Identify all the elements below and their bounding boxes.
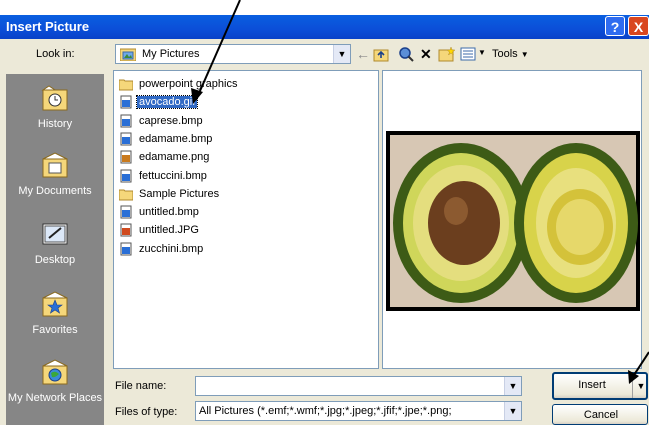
file-name: edamame.bmp <box>139 132 213 145</box>
files-of-type-value: All Pictures (*.emf;*.wmf;*.jpg;*.jpeg;*… <box>199 405 452 417</box>
desktop-icon <box>42 223 68 245</box>
preview-pane <box>382 70 642 369</box>
gif-file-icon <box>120 95 132 109</box>
file-name-label: File name: <box>115 380 167 392</box>
avocado-preview-image <box>386 131 640 311</box>
cancel-button[interactable]: Cancel <box>552 404 648 425</box>
file-list[interactable]: powerpoint graphics avocado.gif caprese.bm… <box>113 70 379 369</box>
tools-label: Tools <box>492 48 518 60</box>
file-item[interactable]: Sample Pictures <box>119 185 221 203</box>
files-of-type-label: Files of type: <box>115 406 178 418</box>
lookin-label: Look in: <box>36 48 75 60</box>
file-item[interactable]: edamame.bmp <box>119 130 214 148</box>
place-desktop[interactable]: Desktop <box>6 220 104 266</box>
bmp-file-icon <box>120 169 132 182</box>
history-icon <box>41 85 68 111</box>
back-arrow-icon[interactable]: ← <box>356 46 370 62</box>
bmp-file-icon <box>120 132 132 146</box>
bmp-file-icon <box>120 114 132 128</box>
new-folder-icon[interactable] <box>438 46 456 62</box>
file-name: avocado.gif <box>135 95 199 110</box>
file-item[interactable]: caprese.bmp <box>119 112 205 130</box>
place-label: History <box>37 118 73 130</box>
file-name: powerpoint graphics <box>139 78 238 90</box>
views-dropdown-icon[interactable]: ▼ <box>478 48 486 57</box>
folder-icon <box>119 79 133 91</box>
file-item[interactable]: zucchini.bmp <box>119 240 205 258</box>
insert-button[interactable]: Insert ▼ <box>552 372 648 400</box>
close-button[interactable]: X <box>628 16 649 36</box>
delete-icon[interactable]: ✕ <box>420 46 432 62</box>
file-name: untitled.JPG <box>139 224 199 237</box>
insert-options-dropdown-icon[interactable]: ▼ <box>632 374 649 398</box>
files-of-type-dropdown-button[interactable]: ▼ <box>504 402 521 420</box>
lookin-dropdown-button[interactable]: ▼ <box>333 45 350 63</box>
place-my-network-places[interactable]: My Network Places <box>6 358 104 404</box>
bmp-file-icon <box>120 242 132 256</box>
jpg-file-icon <box>120 223 132 237</box>
file-name: zucchini.bmp <box>139 242 204 255</box>
file-name: caprese.bmp <box>139 114 203 127</box>
file-item[interactable]: untitled.JPG <box>119 221 201 239</box>
place-history[interactable]: History <box>6 84 104 130</box>
place-my-documents[interactable]: My Documents <box>6 151 104 197</box>
insert-label: Insert <box>578 379 606 391</box>
file-name: Sample Pictures <box>139 187 220 200</box>
files-of-type-select[interactable]: All Pictures (*.emf;*.wmf;*.jpg;*.jpeg;*… <box>195 401 522 421</box>
file-item[interactable]: fettuccini.bmp <box>119 167 209 185</box>
my-documents-icon <box>42 152 68 178</box>
views-icon[interactable] <box>460 46 476 62</box>
file-name-dropdown-button[interactable]: ▼ <box>504 377 521 395</box>
tools-menu[interactable]: Tools ▼ <box>492 48 529 60</box>
folder-icon <box>119 189 133 201</box>
file-item[interactable]: avocado.gif <box>119 93 199 111</box>
my-pictures-folder-icon <box>120 48 136 61</box>
network-places-icon <box>42 359 68 385</box>
lookin-combobox[interactable]: My Pictures ▼ <box>115 44 351 64</box>
file-name: edamame.png <box>139 151 210 164</box>
place-label: Favorites <box>32 324 78 336</box>
favorites-icon <box>42 291 68 317</box>
place-label: Desktop <box>34 254 76 266</box>
search-web-icon[interactable] <box>398 46 414 62</box>
dialog-title: Insert Picture <box>6 19 90 34</box>
file-name: fettuccini.bmp <box>139 169 207 182</box>
lookin-value: My Pictures <box>142 48 200 60</box>
file-item[interactable]: edamame.png <box>119 148 211 166</box>
file-name: untitled.bmp <box>139 206 199 219</box>
file-item[interactable]: untitled.bmp <box>119 203 201 221</box>
file-item[interactable]: powerpoint graphics <box>119 75 239 93</box>
tools-dropdown-icon: ▼ <box>520 50 529 59</box>
place-label: My Network Places <box>7 392 103 404</box>
place-label: My Documents <box>18 185 92 197</box>
place-favorites[interactable]: Favorites <box>6 290 104 336</box>
png-file-icon <box>120 150 132 164</box>
up-one-level-icon[interactable] <box>373 46 389 62</box>
bmp-file-icon <box>120 205 132 219</box>
cancel-label: Cancel <box>583 409 619 421</box>
help-button[interactable]: ? <box>605 16 625 36</box>
file-name-input[interactable]: ▼ <box>195 376 522 396</box>
title-bar[interactable] <box>0 15 649 39</box>
